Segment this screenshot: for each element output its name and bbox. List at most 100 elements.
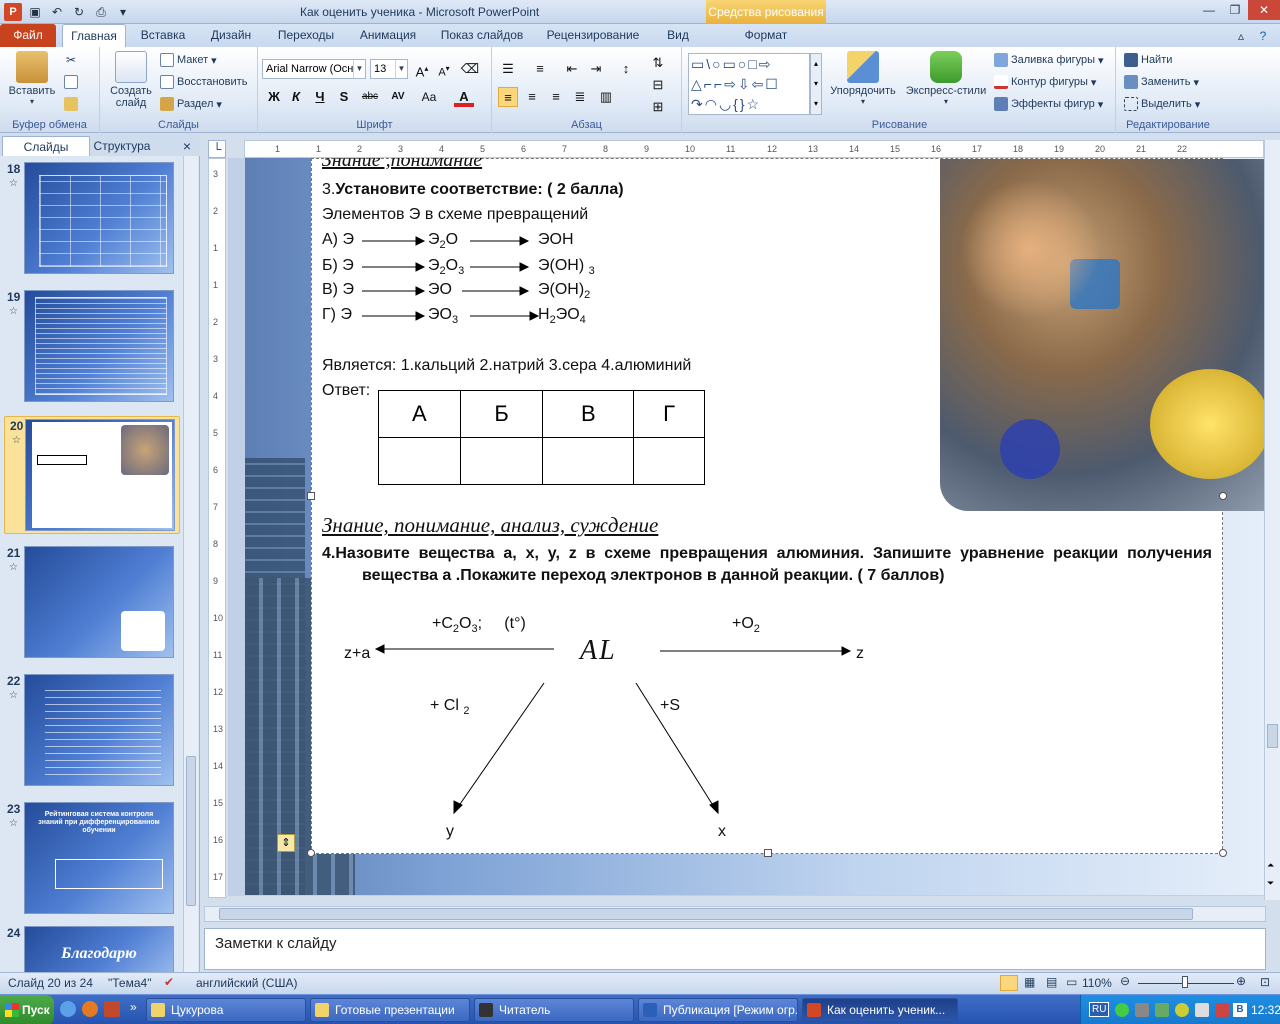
slide-thumb-20[interactable]: 20 ☆ <box>4 416 180 534</box>
font-size-combo[interactable]: 13 ▼ <box>370 59 408 79</box>
decrease-indent-icon[interactable]: ⇤ <box>562 59 582 79</box>
align-right-icon[interactable]: ≡ <box>546 87 566 107</box>
strikethrough-button[interactable]: abc <box>358 87 382 107</box>
format-painter-button[interactable] <box>64 97 78 111</box>
content-textbox[interactable]: Знание ,понимание 3.Установите соответст… <box>307 158 1265 857</box>
taskbar-item-reader[interactable]: Читатель <box>474 998 634 1022</box>
taskbar-item-folder[interactable]: Цукурова <box>146 998 306 1022</box>
powerpoint-quick-launch-icon[interactable] <box>104 1001 120 1017</box>
tab-slides[interactable]: Слайды <box>2 136 90 156</box>
ie-icon[interactable] <box>60 1001 76 1017</box>
shadow-button[interactable]: S <box>334 87 354 107</box>
char-spacing-button[interactable]: AV <box>386 87 410 107</box>
volume-icon[interactable] <box>1195 1003 1209 1017</box>
panel-scrollbar[interactable] <box>183 156 198 972</box>
line-spacing-icon[interactable]: ↕ <box>616 59 636 79</box>
select-button[interactable]: Выделить ▾ <box>1124 97 1200 111</box>
shapes-gallery[interactable]: ▭\○▭○□⇨ △⌐⌐⇨⇩⇦☐ ↷◠◡{}☆ <box>688 53 810 115</box>
taskbar-item-folder[interactable]: Готовые презентации <box>310 998 470 1022</box>
spellcheck-icon[interactable]: ✔ <box>164 975 174 989</box>
tab-review[interactable]: Рецензирование <box>538 24 648 47</box>
numbering-icon[interactable]: ≡ <box>530 59 550 79</box>
horizontal-scrollbar[interactable] <box>204 906 1266 922</box>
tray-icon[interactable] <box>1135 1003 1149 1017</box>
reading-view-icon[interactable]: ▤ <box>1046 975 1057 989</box>
italic-button[interactable]: К <box>286 87 306 107</box>
find-button[interactable]: Найти <box>1124 53 1172 67</box>
next-slide-icon[interactable]: ⏷ <box>1267 878 1274 889</box>
slide-vertical-scrollbar[interactable]: ⏶ ⏷ <box>1264 140 1280 900</box>
tray-icon[interactable] <box>1155 1003 1169 1017</box>
columns-icon[interactable]: ▥ <box>596 87 616 107</box>
resize-handle[interactable] <box>764 849 772 857</box>
tray-icon[interactable]: В <box>1233 1003 1247 1017</box>
firefox-icon[interactable] <box>82 1001 98 1017</box>
normal-view-icon[interactable] <box>1000 975 1018 991</box>
maximize-icon[interactable]: ❐ <box>1222 0 1248 20</box>
minimize-icon[interactable]: — <box>1196 0 1222 20</box>
bullets-icon[interactable]: ☰ <box>498 59 518 79</box>
shape-fill-button[interactable]: Заливка фигуры ▾ <box>994 53 1104 67</box>
tab-slideshow[interactable]: Показ слайдов <box>432 24 532 47</box>
cut-button[interactable]: ✂ <box>64 53 78 67</box>
shrink-font-icon[interactable]: A▾ <box>434 59 454 79</box>
slideshow-view-icon[interactable]: ▭ <box>1066 975 1077 989</box>
close-icon[interactable]: ✕ <box>1248 0 1280 20</box>
vertical-ruler[interactable]: 3 2 1 1 2 3 4 5 6 7 8 9 10 11 12 13 14 15 16 17 <box>208 158 226 898</box>
taskbar-item-word[interactable]: Публикация [Режим огр... <box>638 998 798 1022</box>
slide-thumb-22[interactable]: 22 ☆ <box>2 672 182 792</box>
scroll-thumb[interactable] <box>1267 724 1278 748</box>
language-indicator-tray[interactable]: RU <box>1089 1002 1110 1017</box>
tab-design[interactable]: Дизайн <box>200 24 262 47</box>
align-center-icon[interactable]: ≡ <box>522 87 542 107</box>
tab-insert[interactable]: Вставка <box>132 24 194 47</box>
answer-table[interactable]: АБВГ <box>378 390 705 485</box>
resize-handle[interactable] <box>1219 492 1227 500</box>
fit-slide-icon[interactable]: ⊡ <box>1260 975 1270 989</box>
quick-styles-button[interactable]: Экспресс-стили ▾ <box>902 51 990 106</box>
print-preview-icon[interactable]: ⎙ <box>92 3 110 21</box>
zoom-level[interactable]: 110% <box>1082 976 1112 990</box>
arrange-button[interactable]: Упорядочить ▾ <box>828 51 898 106</box>
paste-button[interactable]: Вставить ▾ <box>4 51 60 106</box>
resize-handle[interactable] <box>307 849 315 857</box>
scroll-thumb[interactable] <box>219 908 1193 920</box>
zoom-in-icon[interactable]: ⊕ <box>1236 974 1246 988</box>
tab-animation[interactable]: Анимация <box>350 24 426 47</box>
tab-view[interactable]: Вид <box>654 24 702 47</box>
close-panel-icon[interactable]: × <box>178 136 196 156</box>
customize-qat-icon[interactable]: ▾ <box>114 3 132 21</box>
slide-canvas[interactable]: Знание ,понимание 3.Установите соответст… <box>245 158 1265 895</box>
theme-name[interactable]: "Тема4" <box>108 976 151 990</box>
minimize-ribbon-icon[interactable]: ▵ <box>1232 27 1250 45</box>
increase-indent-icon[interactable]: ⇥ <box>586 59 606 79</box>
copy-button[interactable] <box>64 75 78 89</box>
section-button[interactable]: Раздел ▾ <box>160 97 222 111</box>
slide-thumb-21[interactable]: 21 ☆ <box>2 544 182 664</box>
tab-transitions[interactable]: Переходы <box>268 24 344 47</box>
undo-icon[interactable]: ↶ <box>48 3 66 21</box>
justify-icon[interactable]: ≣ <box>570 87 590 107</box>
tab-format[interactable]: Формат <box>724 24 808 47</box>
new-slide-button[interactable]: Создать слайд <box>106 51 156 109</box>
zoom-out-icon[interactable]: ⊖ <box>1120 974 1130 988</box>
slide-sorter-icon[interactable]: ▦ <box>1024 975 1035 989</box>
layout-button[interactable]: Макет ▾ <box>160 53 217 67</box>
previous-slide-icon[interactable]: ⏶ <box>1267 860 1274 871</box>
slide-thumb-23[interactable]: 23 ☆ Рейтинговая система контроля знаний … <box>2 800 182 920</box>
change-case-button[interactable]: Aa <box>416 87 442 107</box>
bold-button[interactable]: Ж <box>264 87 284 107</box>
zoom-slider-thumb[interactable] <box>1182 976 1188 988</box>
help-icon[interactable]: ? <box>1254 27 1272 45</box>
smartart-icon[interactable]: ⊞ <box>648 97 668 117</box>
notes-pane[interactable]: Заметки к слайду <box>204 928 1266 970</box>
grow-font-icon[interactable]: A▴ <box>412 59 432 79</box>
slide-thumb-19[interactable]: 19 ☆ <box>2 288 182 408</box>
shapes-gallery-scroll[interactable]: ▴ ▾ ▾ <box>810 53 822 115</box>
tab-outline[interactable]: Структура <box>92 136 152 156</box>
clear-formatting-icon[interactable]: ⌫ <box>460 59 480 79</box>
save-icon[interactable]: ▣ <box>26 3 44 21</box>
align-text-icon[interactable]: ⊟ <box>648 75 668 95</box>
clock[interactable]: 12:32 <box>1251 1003 1280 1017</box>
tray-icon[interactable] <box>1215 1003 1229 1017</box>
